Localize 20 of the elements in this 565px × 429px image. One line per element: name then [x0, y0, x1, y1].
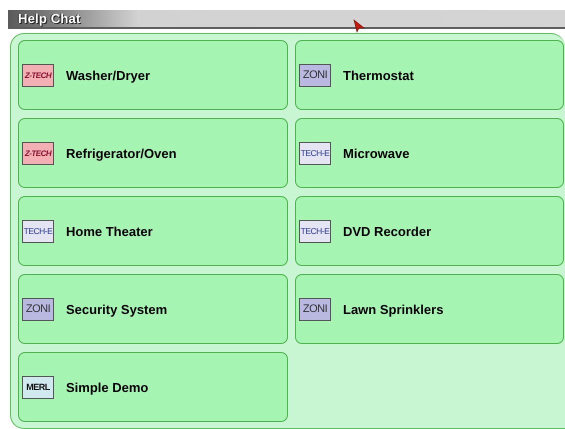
device-button[interactable]: MERL Simple Demo — [18, 352, 288, 422]
brand-logo: MERL — [22, 376, 54, 398]
brand-logo: TECH-E — [299, 142, 331, 164]
cursor-icon — [353, 19, 365, 33]
brand-logo: TECH-E — [22, 220, 54, 242]
device-button[interactable]: ZONI Lawn Sprinklers — [295, 274, 564, 344]
device-button[interactable]: ZONI Thermostat — [295, 40, 564, 110]
device-button[interactable]: TECH-E DVD Recorder — [295, 196, 564, 266]
device-button[interactable]: ZONI Security System — [18, 274, 288, 344]
device-button[interactable]: Z-TECH Washer/Dryer — [18, 40, 288, 110]
device-button[interactable]: TECH-E Microwave — [295, 118, 564, 188]
device-button[interactable]: TECH-E Home Theater — [18, 196, 288, 266]
device-button[interactable]: Z-TECH Refrigerator/Oven — [18, 118, 288, 188]
brand-logo: ZONI — [22, 298, 54, 320]
brand-logo: ZONI — [299, 64, 331, 86]
brand-logo: Z-TECH — [22, 142, 54, 164]
brand-logo: ZONI — [299, 298, 331, 320]
window-title: Help Chat — [17, 11, 80, 26]
brand-logo: TECH-E — [299, 220, 331, 242]
brand-logo: Z-TECH — [22, 64, 54, 86]
